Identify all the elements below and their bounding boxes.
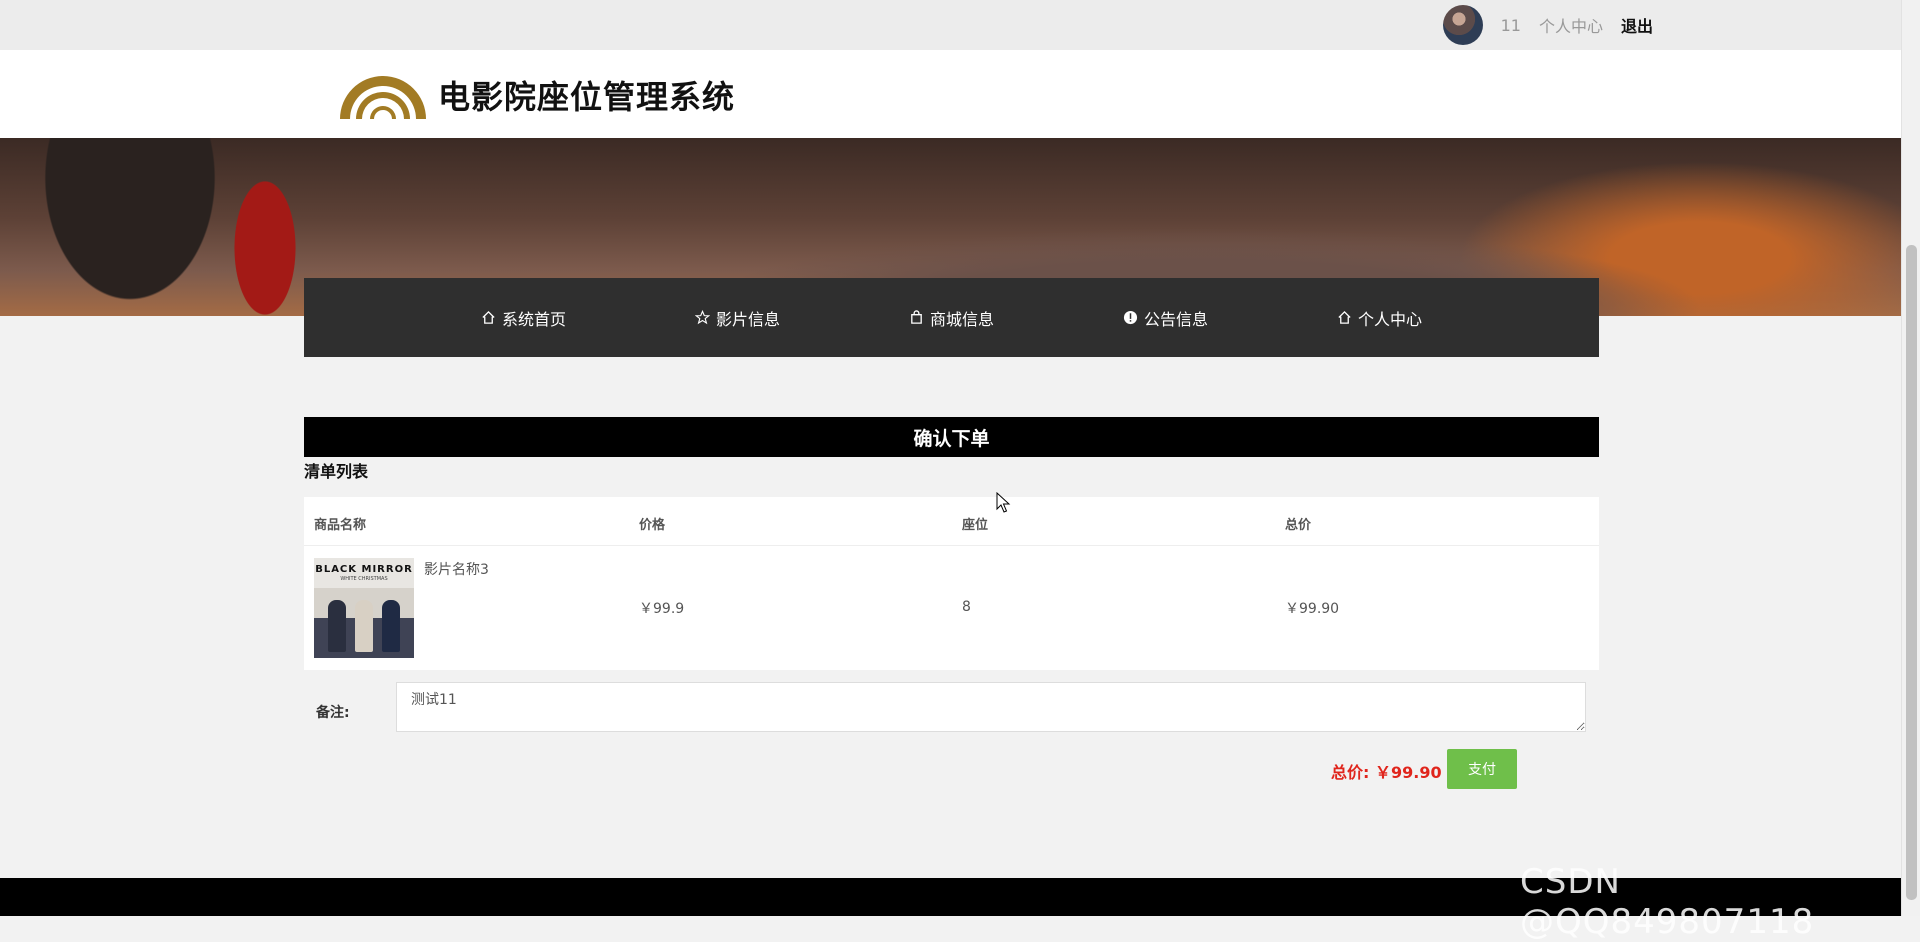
column-header-name: 商品名称 xyxy=(314,518,367,533)
page-scrollbar[interactable] xyxy=(1901,0,1920,916)
nav-item-mall[interactable]: 商城信息 xyxy=(845,278,1059,357)
home-icon xyxy=(482,310,495,324)
mouse-cursor-icon xyxy=(996,492,1011,513)
nav-label: 影片信息 xyxy=(715,309,780,329)
list-title: 清单列表 xyxy=(304,462,369,481)
watermark: CSDN @QQ849807118 xyxy=(1520,862,1815,942)
nav-item-notice[interactable]: 公告信息 xyxy=(1059,278,1273,357)
remark-section: 备注: 测试11 xyxy=(304,682,1599,738)
confirm-order-heading: 确认下单 xyxy=(304,417,1599,457)
logout-link[interactable]: 退出 xyxy=(1621,13,1653,37)
home-icon xyxy=(1338,310,1351,324)
top-bar: 11 个人中心 退出 xyxy=(0,0,1901,50)
remark-field[interactable]: 测试11 xyxy=(396,682,1586,732)
table-row: BLACK MIRROR WHITE CHRISTMAS 影片名称3 ￥99.9… xyxy=(304,546,1599,670)
nav-label: 个人中心 xyxy=(1357,309,1422,329)
star-icon xyxy=(694,310,710,325)
column-header-total: 总价 xyxy=(1285,518,1312,533)
avatar[interactable] xyxy=(1442,5,1483,45)
nav-item-films[interactable]: 影片信息 xyxy=(631,278,845,357)
column-header-price: 价格 xyxy=(639,518,666,533)
nav-item-home[interactable]: 系统首页 xyxy=(417,278,631,357)
nav-label: 公告信息 xyxy=(1143,309,1208,329)
poster-title: BLACK MIRROR xyxy=(315,564,413,575)
column-header-seat: 座位 xyxy=(962,518,989,533)
cinema-logo-icon xyxy=(340,76,426,119)
order-total: 总价: ￥99.90 xyxy=(1331,763,1442,782)
shopping-bag-icon xyxy=(911,310,922,324)
film-poster: BLACK MIRROR WHITE CHRISTMAS xyxy=(314,558,414,658)
poster-subtitle: WHITE CHRISTMAS xyxy=(340,576,388,582)
product-name: 影片名称3 xyxy=(424,562,489,578)
scrollbar-thumb[interactable] xyxy=(1906,245,1917,900)
user-area: 11 个人中心 退出 xyxy=(1442,5,1653,45)
nav-label: 商城信息 xyxy=(929,309,994,329)
order-table: 商品名称 价格 座位 总价 BLACK MIRROR WHITE CHRISTM… xyxy=(304,497,1599,670)
remark-label: 备注: xyxy=(316,705,350,721)
table-header: 商品名称 价格 座位 总价 xyxy=(304,497,1599,546)
site-header: 电影院座位管理系统 xyxy=(0,50,1901,138)
username: 11 xyxy=(1500,15,1521,35)
row-total: ￥99.90 xyxy=(1285,601,1340,617)
product-price: ￥99.9 xyxy=(639,601,685,617)
main-nav: 系统首页 影片信息 商城信息 公告信息 个人中心 xyxy=(304,278,1599,357)
nav-label: 系统首页 xyxy=(501,309,566,329)
nav-item-profile[interactable]: 个人中心 xyxy=(1273,278,1487,357)
seat-number: 8 xyxy=(962,599,971,615)
site-title: 电影院座位管理系统 xyxy=(438,78,736,116)
user-center-link[interactable]: 个人中心 xyxy=(1539,13,1603,37)
alert-circle-icon xyxy=(1123,310,1138,325)
pay-button[interactable]: 支付 xyxy=(1447,749,1517,789)
